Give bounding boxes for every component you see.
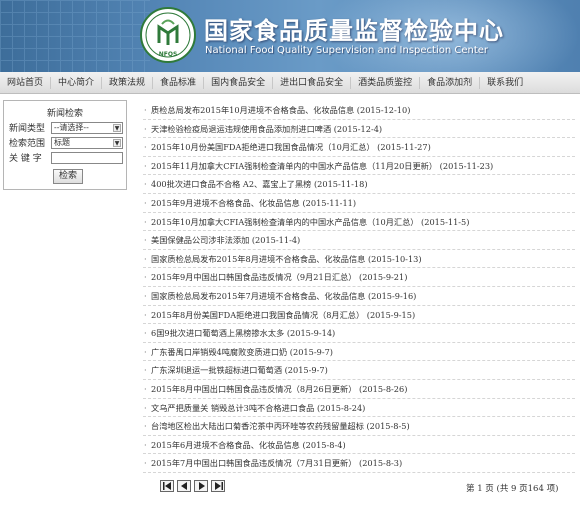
- news-item[interactable]: 2015年9月进境不合格食品、化妆品信息 (2015-11-11): [143, 194, 575, 213]
- pagination-controls: [160, 480, 225, 492]
- site-title: 国家食品质量监督检验中心: [204, 17, 504, 45]
- keyword-input[interactable]: [51, 151, 123, 164]
- nav-item-liquor[interactable]: 酒类品质鉴控: [351, 76, 421, 89]
- nav-item-import-export[interactable]: 进出口食品安全: [273, 76, 352, 89]
- main-nav: 网站首页 中心简介 政策法规 食品标准 国内食品安全 进出口食品安全 酒类品质鉴…: [0, 72, 580, 94]
- scope-row: 检索范围 标题 ▼: [9, 136, 123, 149]
- news-item[interactable]: 2015年11月加拿大CFIA强制检查清单内的中国水产品信息（11月20日更新）…: [143, 157, 575, 176]
- search-button[interactable]: 检索: [53, 169, 83, 184]
- news-search-panel: 新闻检索 新闻类型 --请选择-- ▼ 检索范围 标题 ▼ 关 键 字 检索: [3, 100, 127, 190]
- news-item[interactable]: 2015年7月中国出口韩国食品违反情况（7月31日更新） (2015-8-3): [143, 454, 575, 473]
- news-item[interactable]: 2015年8月份美国FDA拒绝进口我国食品情况（8月汇总） (2015-9-15…: [143, 306, 575, 325]
- nav-item-contact[interactable]: 联系我们: [480, 77, 530, 89]
- search-scope-value: 标题: [54, 137, 70, 147]
- chevron-down-icon: ▼: [113, 123, 121, 132]
- nav-item-home[interactable]: 网站首页: [0, 76, 52, 89]
- news-type-value: --请选择--: [54, 122, 89, 132]
- type-label: 新闻类型: [9, 124, 46, 134]
- news-item[interactable]: 广东番禺口岸销毁4吨腐败变质进口奶 (2015-9-7): [143, 343, 575, 362]
- next-page-icon[interactable]: [194, 480, 208, 492]
- news-item[interactable]: 台湾地区检出大陆出口菊香沱茶中丙环唑等农药残留量超标 (2015-8-5): [143, 417, 575, 436]
- nav-item-about[interactable]: 中心简介: [51, 76, 103, 89]
- news-type-select[interactable]: --请选择-- ▼: [51, 121, 123, 134]
- logo-text: NFQS: [158, 51, 178, 58]
- news-item[interactable]: 2015年10月份美国FDA拒绝进口我国食品情况（10月汇总） (2015-11…: [143, 138, 575, 157]
- news-item[interactable]: 国家质检总局发布2015年8月进境不合格食品、化妆品信息 (2015-10-13…: [143, 250, 575, 269]
- site-banner: NFQS 国家食品质量监督检验中心 National Food Quality …: [0, 0, 580, 72]
- nav-item-standards[interactable]: 食品标准: [153, 76, 205, 89]
- first-page-icon[interactable]: [160, 480, 174, 492]
- last-page-icon[interactable]: [211, 480, 225, 492]
- nav-item-policy[interactable]: 政策法规: [102, 76, 154, 89]
- search-scope-select[interactable]: 标题 ▼: [51, 136, 123, 149]
- news-item[interactable]: 6国9批次进口葡萄酒上黑榜掺水太多 (2015-9-14): [143, 324, 575, 343]
- nav-item-domestic-safety[interactable]: 国内食品安全: [204, 76, 274, 89]
- news-item[interactable]: 2015年9月中国出口韩国食品违反情况（9月21日汇总） (2015-9-21): [143, 268, 575, 287]
- banner-grid-decoration: [0, 0, 150, 72]
- chevron-down-icon: ▼: [113, 138, 121, 147]
- news-item[interactable]: 广东深圳退运一批铁超标进口葡萄酒 (2015-9-7): [143, 361, 575, 380]
- prev-page-icon[interactable]: [177, 480, 191, 492]
- news-item[interactable]: 美国保健品公司涉非法添加 (2015-11-4): [143, 231, 575, 250]
- type-row: 新闻类型 --请选择-- ▼: [9, 121, 123, 134]
- site-subtitle: National Food Quality Supervision and In…: [205, 45, 489, 56]
- news-item[interactable]: 质检总局发布2015年10月进境不合格食品、化妆品信息 (2015-12-10): [143, 101, 575, 120]
- news-item[interactable]: 2015年8月中国出口韩国食品违反情况（8月26日更新） (2015-8-26): [143, 380, 575, 399]
- news-item[interactable]: 2015年10月加拿大CFIA强制检查清单内的中国水产品信息（10月汇总） (2…: [143, 213, 575, 232]
- search-panel-title: 新闻检索: [46, 109, 83, 119]
- pagination-info: 第 1 页 (共 9 页164 项): [466, 484, 559, 494]
- news-item[interactable]: 400批次进口食品不合格 A2、嘉宝上了黑榜 (2015-11-18): [143, 175, 575, 194]
- nfqs-logo: NFQS: [140, 7, 196, 63]
- nav-item-additives[interactable]: 食品添加剂: [420, 76, 481, 89]
- news-list: 质检总局发布2015年10月进境不合格食品、化妆品信息 (2015-12-10)…: [143, 101, 575, 473]
- keyword-label: 关 键 字: [9, 154, 42, 164]
- news-item[interactable]: 2015年6月进境不合格食品、化妆品信息 (2015-8-4): [143, 436, 575, 455]
- keyword-row: 关 键 字: [9, 151, 123, 164]
- news-item[interactable]: 天津检验检疫局退运违规使用食品添加剂进口啤酒 (2015-12-4): [143, 120, 575, 139]
- news-item[interactable]: 国家质检总局发布2015年7月进境不合格食品、化妆品信息 (2015-9-16): [143, 287, 575, 306]
- scope-label: 检索范围: [9, 139, 46, 149]
- news-item[interactable]: 文乌严把质量关 销毁总计3吨不合格进口食品 (2015-8-24): [143, 399, 575, 418]
